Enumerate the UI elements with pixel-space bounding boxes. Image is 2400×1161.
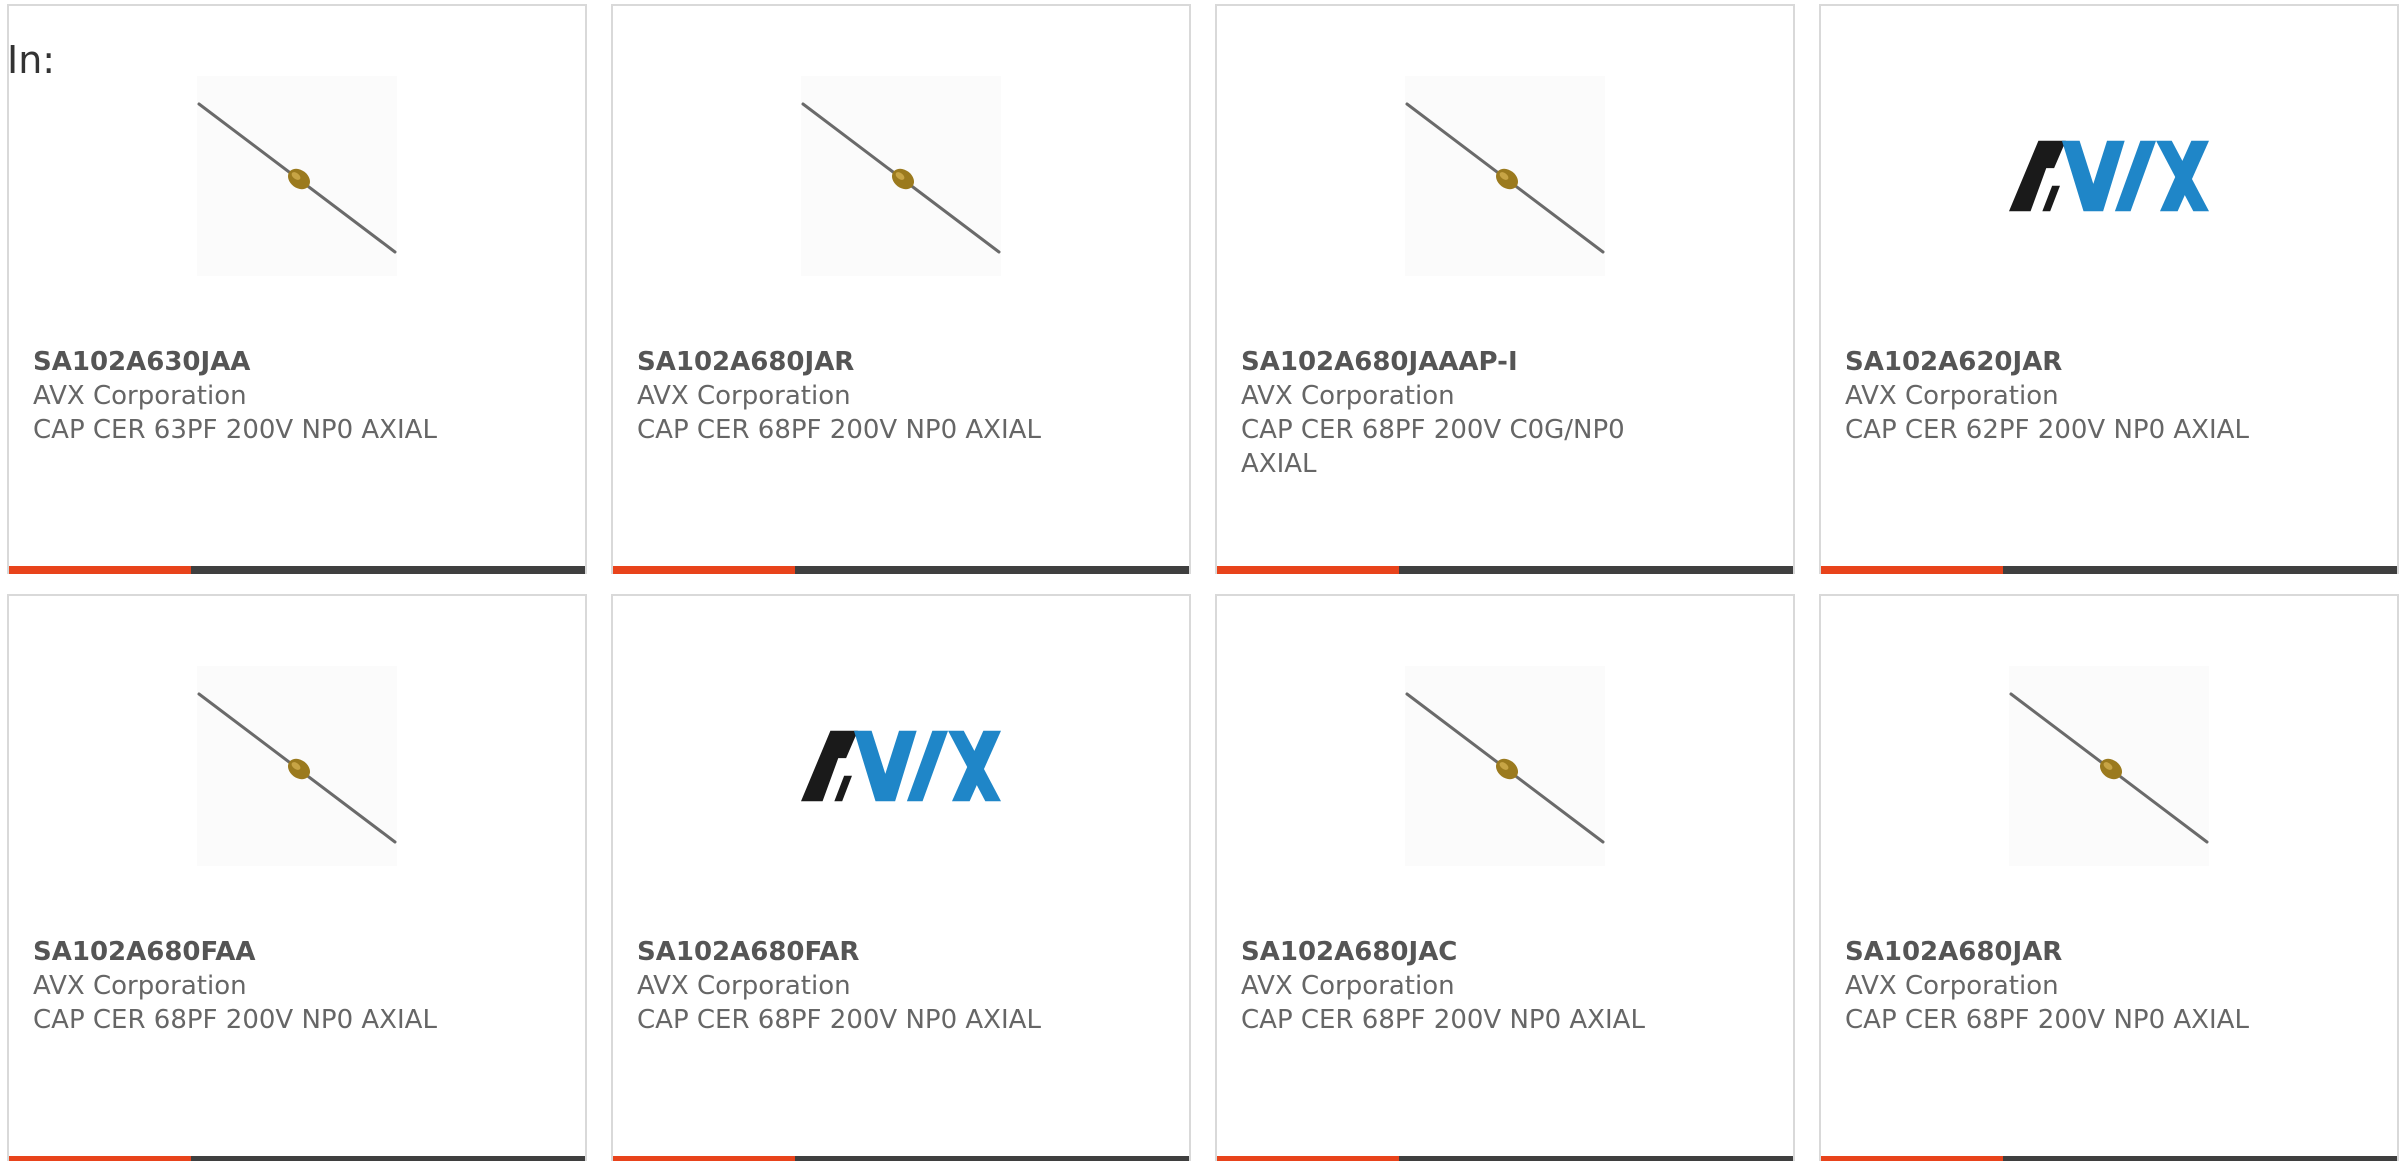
manufacturer: AVX Corporation: [637, 381, 851, 411]
product-card[interactable]: SA102A680FAA AVX Corporation CAP CER 68P…: [7, 594, 587, 1161]
product-info: SA102A620JAR AVX Corporation CAP CER 62P…: [1845, 345, 2265, 447]
description: CAP CER 68PF 200V NP0 AXIAL: [1241, 1005, 1645, 1035]
product-image[interactable]: [2009, 666, 2209, 866]
product-card[interactable]: SA102A680FAR AVX Corporation CAP CER 68P…: [611, 594, 1191, 1161]
card-bar-accent: [1821, 566, 2003, 574]
part-number[interactable]: SA102A680JAR: [637, 345, 1057, 379]
card-bar: [1821, 1156, 2397, 1161]
product-grid: SA102A630JAA AVX Corporation CAP CER 63P…: [7, 4, 2399, 1161]
manufacturer: AVX Corporation: [33, 971, 247, 1001]
product-info: SA102A680JAR AVX Corporation CAP CER 68P…: [637, 345, 1057, 447]
description: CAP CER 63PF 200V NP0 AXIAL: [33, 415, 437, 445]
product-card[interactable]: SA102A620JAR AVX Corporation CAP CER 62P…: [1819, 4, 2399, 574]
part-number[interactable]: SA102A680FAA: [33, 935, 453, 969]
avx-logo-a-foot: [834, 775, 852, 802]
product-card[interactable]: SA102A680JAAAP-I AVX Corporation CAP CER…: [1215, 4, 1795, 574]
card-bar: [9, 566, 585, 574]
card-bar-accent: [613, 566, 795, 574]
product-info: SA102A680FAA AVX Corporation CAP CER 68P…: [33, 935, 453, 1037]
in-label: In:: [7, 38, 56, 82]
description: CAP CER 68PF 200V NP0 AXIAL: [637, 415, 1041, 445]
card-bar-accent: [1217, 566, 1399, 574]
part-number[interactable]: SA102A620JAR: [1845, 345, 2265, 379]
product-info: SA102A680JAR AVX Corporation CAP CER 68P…: [1845, 935, 2265, 1037]
axial-capacitor-icon: [197, 102, 397, 254]
manufacturer: AVX Corporation: [1241, 971, 1455, 1001]
part-number[interactable]: SA102A680JAAAP-I: [1241, 345, 1661, 379]
product-info: SA102A630JAA AVX Corporation CAP CER 63P…: [33, 345, 453, 447]
manufacturer: AVX Corporation: [1241, 381, 1455, 411]
manufacturer: AVX Corporation: [1845, 971, 2059, 1001]
description: CAP CER 68PF 200V C0G/NP0 AXIAL: [1241, 415, 1625, 479]
avx-logo: [2009, 140, 2209, 212]
product-info: SA102A680JAC AVX Corporation CAP CER 68P…: [1241, 935, 1661, 1037]
card-bar-accent: [9, 1156, 191, 1161]
axial-capacitor-icon: [1405, 692, 1605, 844]
product-image[interactable]: [1405, 76, 1605, 276]
part-number[interactable]: SA102A630JAA: [33, 345, 453, 379]
avx-logo: [801, 730, 1001, 802]
card-bar-accent: [613, 1156, 795, 1161]
product-image[interactable]: [2009, 76, 2209, 276]
card-bar: [613, 566, 1189, 574]
card-bar-accent: [9, 566, 191, 574]
card-bar: [9, 1156, 585, 1161]
manufacturer: AVX Corporation: [33, 381, 247, 411]
description: CAP CER 62PF 200V NP0 AXIAL: [1845, 415, 2249, 445]
avx-logo-v: [853, 730, 917, 802]
product-info: SA102A680FAR AVX Corporation CAP CER 68P…: [637, 935, 1057, 1037]
product-image[interactable]: [197, 76, 397, 276]
product-image[interactable]: [801, 76, 1001, 276]
avx-logo-a-foot: [2042, 185, 2060, 212]
card-bar: [1821, 566, 2397, 574]
description: CAP CER 68PF 200V NP0 AXIAL: [637, 1005, 1041, 1035]
axial-capacitor-icon: [2009, 692, 2209, 844]
card-bar-accent: [1821, 1156, 2003, 1161]
description: CAP CER 68PF 200V NP0 AXIAL: [33, 1005, 437, 1035]
avx-logo-a: [2009, 140, 2066, 212]
page: In: SA102A630JAA AVX Corporation CAP CER…: [0, 0, 2400, 1161]
product-image[interactable]: [1405, 666, 1605, 866]
avx-logo-a: [801, 730, 858, 802]
axial-capacitor-icon: [801, 102, 1001, 254]
product-card[interactable]: SA102A630JAA AVX Corporation CAP CER 63P…: [7, 4, 587, 574]
card-bar-accent: [1217, 1156, 1399, 1161]
manufacturer: AVX Corporation: [637, 971, 851, 1001]
part-number[interactable]: SA102A680FAR: [637, 935, 1057, 969]
product-image[interactable]: [197, 666, 397, 866]
axial-capacitor-icon: [1405, 102, 1605, 254]
product-card[interactable]: SA102A680JAC AVX Corporation CAP CER 68P…: [1215, 594, 1795, 1161]
description: CAP CER 68PF 200V NP0 AXIAL: [1845, 1005, 2249, 1035]
avx-logo-v: [2061, 140, 2125, 212]
part-number[interactable]: SA102A680JAC: [1241, 935, 1661, 969]
card-bar: [613, 1156, 1189, 1161]
product-card[interactable]: SA102A680JAR AVX Corporation CAP CER 68P…: [611, 4, 1191, 574]
product-image[interactable]: [801, 666, 1001, 866]
product-card[interactable]: SA102A680JAR AVX Corporation CAP CER 68P…: [1819, 594, 2399, 1161]
part-number[interactable]: SA102A680JAR: [1845, 935, 2265, 969]
product-info: SA102A680JAAAP-I AVX Corporation CAP CER…: [1241, 345, 1661, 481]
card-bar: [1217, 1156, 1793, 1161]
axial-capacitor-icon: [197, 692, 397, 844]
card-bar: [1217, 566, 1793, 574]
manufacturer: AVX Corporation: [1845, 381, 2059, 411]
